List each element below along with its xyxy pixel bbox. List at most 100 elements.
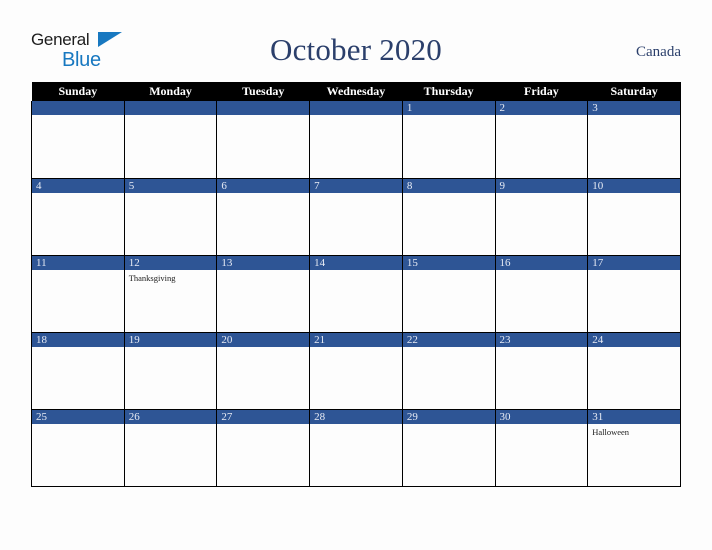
calendar-week-row: 123: [31, 101, 681, 179]
day-events: [310, 347, 402, 405]
holiday-event: Halloween: [592, 426, 630, 437]
calendar-day-cell[interactable]: 6: [216, 178, 311, 256]
day-number: 19: [124, 332, 217, 347]
calendar-week-row: 18 19 20 21 22 23 24: [31, 332, 681, 410]
day-events: Halloween: [588, 424, 680, 482]
calendar-empty-cell: [309, 101, 403, 179]
calendar-day-cell[interactable]: 11: [31, 255, 125, 333]
day-events: [217, 347, 309, 405]
day-events: [310, 115, 402, 173]
day-number: 6: [217, 178, 310, 193]
calendar-day-cell[interactable]: 4: [31, 178, 125, 256]
calendar-day-cell[interactable]: 1: [401, 101, 496, 179]
calendar-day-cell[interactable]: 5: [123, 178, 218, 256]
day-events: [310, 270, 402, 328]
day-events: [403, 115, 495, 173]
day-number: 12: [124, 255, 217, 270]
day-events: [32, 424, 124, 482]
calendar-empty-cell: [123, 101, 218, 179]
day-events: [403, 270, 495, 328]
day-number: 11: [32, 255, 124, 270]
calendar-day-cell[interactable]: 18: [31, 332, 125, 410]
calendar-day-cell[interactable]: 24: [587, 332, 681, 410]
calendar-day-cell[interactable]: 26: [123, 409, 218, 487]
day-number: 26: [124, 409, 217, 424]
day-events: [32, 347, 124, 405]
weekday-header-row: Sunday Monday Tuesday Wednesday Thursday…: [31, 82, 681, 101]
day-events: [588, 347, 680, 405]
day-events: [217, 193, 309, 251]
day-events: [496, 424, 588, 482]
day-number: 2: [495, 101, 588, 115]
day-events: [496, 347, 588, 405]
day-number: 28: [310, 409, 402, 424]
day-number: 23: [495, 332, 588, 347]
day-number: 18: [32, 332, 124, 347]
day-events: [125, 115, 217, 173]
day-number: 1: [402, 101, 495, 115]
calendar-day-cell[interactable]: 3: [587, 101, 681, 179]
calendar-day-cell[interactable]: 14: [309, 255, 403, 333]
day-number: 13: [217, 255, 310, 270]
day-number: [217, 101, 310, 115]
calendar-day-cell[interactable]: 20: [216, 332, 311, 410]
calendar-day-cell[interactable]: 21: [309, 332, 403, 410]
day-number: [32, 101, 124, 115]
calendar-day-cell[interactable]: 27: [216, 409, 311, 487]
calendar-day-cell[interactable]: 15: [401, 255, 496, 333]
weekday-header-monday: Monday: [124, 82, 217, 101]
calendar-day-cell[interactable]: 23: [494, 332, 589, 410]
calendar-empty-cell: [31, 101, 125, 179]
day-events: [588, 193, 680, 251]
day-number: [124, 101, 217, 115]
calendar-day-cell[interactable]: 28: [309, 409, 403, 487]
day-events: [403, 193, 495, 251]
day-events: [588, 270, 680, 328]
day-number: 27: [217, 409, 310, 424]
calendar-day-cell[interactable]: 7: [309, 178, 403, 256]
calendar-day-cell[interactable]: 13: [216, 255, 311, 333]
day-number: 5: [124, 178, 217, 193]
calendar-body: 1 2 3 4 5 6 7 8 9 10 11 12 Thanksgiving 13 14 15 16 17 18 1…: [31, 101, 681, 487]
calendar-grid: Sunday Monday Tuesday Wednesday Thursday…: [31, 82, 681, 487]
calendar-day-cell[interactable]: 16: [494, 255, 589, 333]
calendar-day-cell[interactable]: 17: [587, 255, 681, 333]
page-header: General Blue October 2020 Canada: [31, 28, 681, 76]
day-number: 7: [310, 178, 402, 193]
calendar-day-cell[interactable]: 22: [401, 332, 496, 410]
weekday-header-friday: Friday: [495, 82, 588, 101]
calendar-day-cell[interactable]: 30: [494, 409, 589, 487]
calendar-day-cell[interactable]: 25: [31, 409, 125, 487]
weekday-header-saturday: Saturday: [587, 82, 681, 101]
calendar-page: General Blue October 2020 Canada Sunday …: [0, 0, 712, 550]
day-number: 15: [402, 255, 495, 270]
day-number: 14: [310, 255, 402, 270]
calendar-day-cell[interactable]: 29: [401, 409, 496, 487]
calendar-day-cell[interactable]: 19: [123, 332, 218, 410]
calendar-day-cell[interactable]: 10: [587, 178, 681, 256]
calendar-week-row: 4 5 6 7 8 9 10: [31, 178, 681, 256]
page-title: October 2020: [270, 32, 442, 67]
calendar-week-row: 25 26 27 28 29 30 31 Halloween: [31, 409, 681, 487]
day-events: Thanksgiving: [125, 270, 217, 328]
calendar-week-row: 11 12 Thanksgiving 13 14 15 16 17: [31, 255, 681, 333]
calendar-day-cell[interactable]: 2: [494, 101, 589, 179]
day-number: [310, 101, 402, 115]
calendar-day-cell[interactable]: 9: [494, 178, 589, 256]
day-events: [32, 115, 124, 173]
day-events: [217, 270, 309, 328]
day-events: [32, 193, 124, 251]
calendar-day-cell[interactable]: 8: [401, 178, 496, 256]
day-events: [496, 115, 588, 173]
day-events: [217, 115, 309, 173]
calendar-day-cell[interactable]: 12 Thanksgiving: [123, 255, 218, 333]
country-label: Canada: [636, 44, 681, 60]
day-number: 3: [588, 101, 680, 115]
calendar-empty-cell: [216, 101, 311, 179]
calendar-day-cell[interactable]: 31 Halloween: [587, 409, 681, 487]
day-number: 8: [402, 178, 495, 193]
day-number: 4: [32, 178, 124, 193]
day-number: 21: [310, 332, 402, 347]
day-number: 24: [588, 332, 680, 347]
day-events: [403, 347, 495, 405]
